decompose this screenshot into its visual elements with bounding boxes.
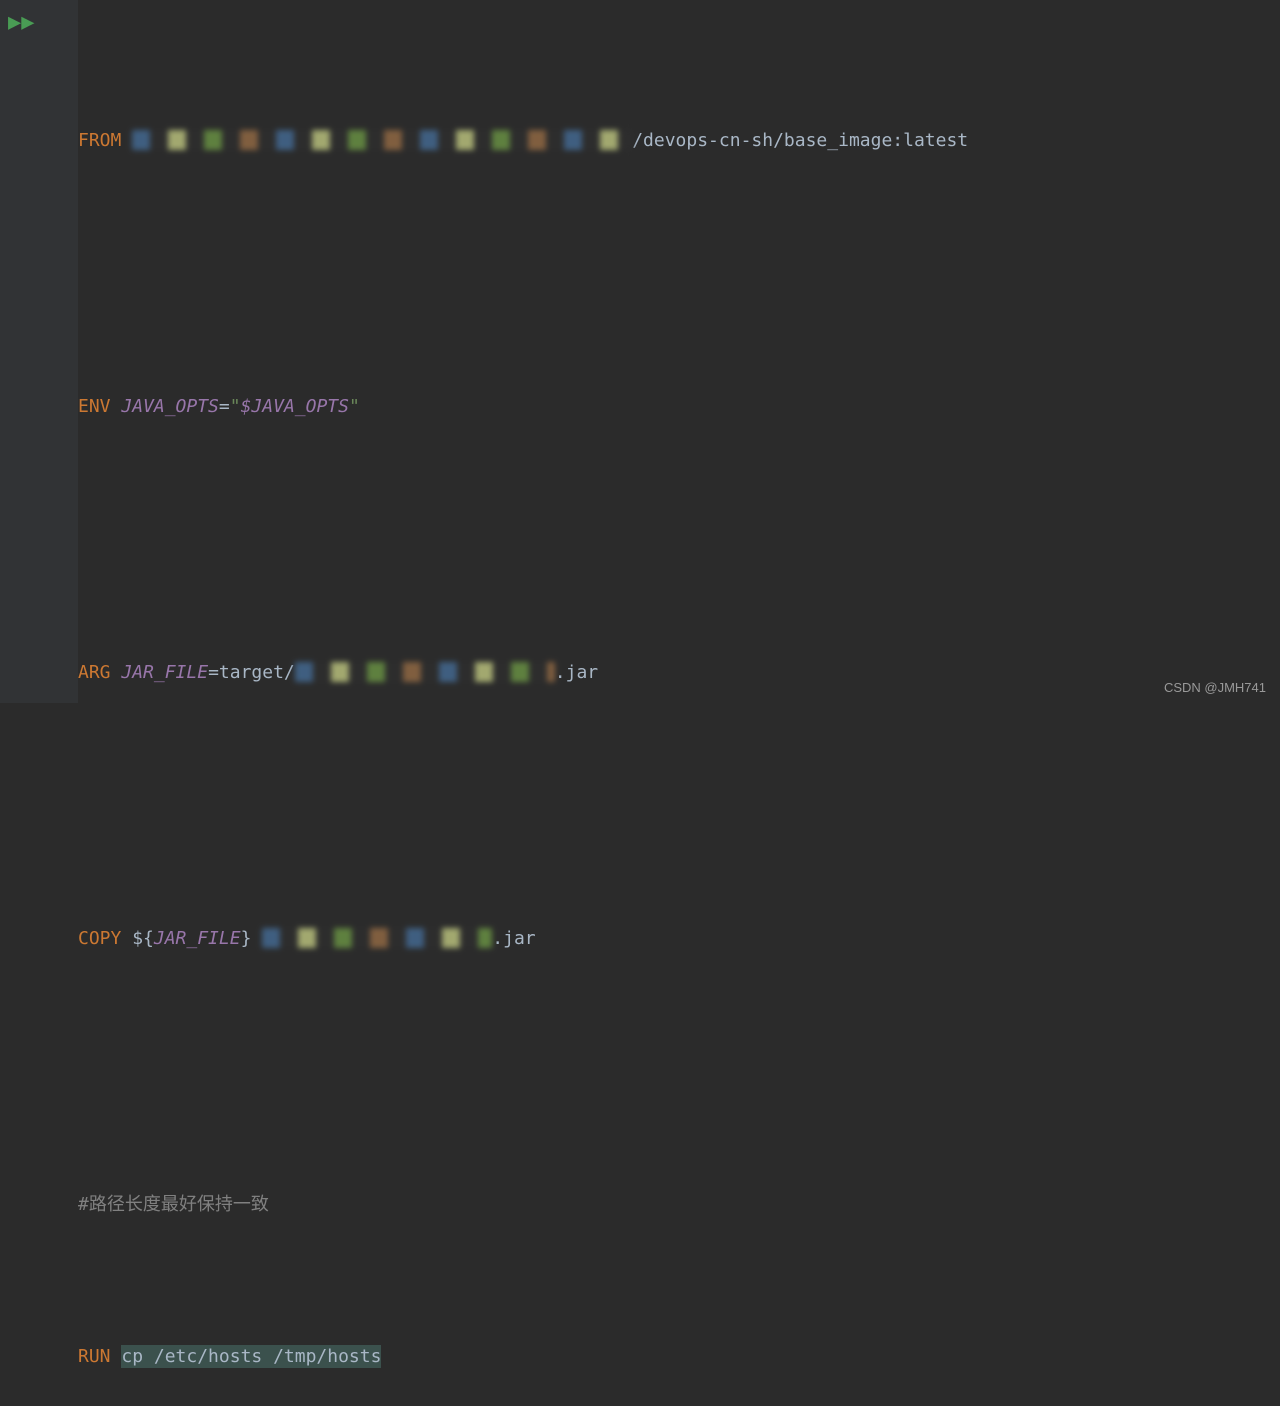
run-icon[interactable]: ▶▶ <box>8 10 35 35</box>
shell-command: cp /etc/hosts /tmp/hosts <box>121 1345 381 1368</box>
watermark: CSDN @JMH741 <box>1164 680 1266 695</box>
code-line: ARG JAR_FILE=target/.jar <box>78 654 1280 692</box>
env-var: JAR_FILE <box>154 928 241 949</box>
env-ref: $JAVA_OPTS <box>241 396 349 417</box>
code-line: FROM /devops-cn-sh/base_image:latest <box>78 122 1280 160</box>
code-editor: ▶▶ FROM /devops-cn-sh/base_image:latest … <box>0 0 1280 703</box>
redacted-block <box>262 928 492 948</box>
env-var: JAR_FILE <box>121 662 208 683</box>
redacted-block <box>132 130 632 150</box>
dockerfile-keyword: FROM <box>78 130 121 151</box>
code-line: #路径长度最好保持一致 <box>78 1186 1280 1224</box>
code-line: RUN cp /etc/hosts /tmp/hosts <box>78 1338 1280 1376</box>
code-line: ENV JAVA_OPTS="$JAVA_OPTS" <box>78 388 1280 426</box>
dockerfile-keyword: ENV <box>78 396 121 417</box>
code-text: /devops-cn-sh/base_image:latest <box>632 130 968 151</box>
code-line: COPY ${JAR_FILE} .jar <box>78 920 1280 958</box>
comment: #路径长度最好保持一致 <box>78 1194 269 1215</box>
gutter: ▶▶ <box>0 0 78 703</box>
dockerfile-keyword: RUN <box>78 1346 121 1367</box>
redacted-block <box>295 662 555 682</box>
dockerfile-keyword: COPY <box>78 928 132 949</box>
code-area[interactable]: FROM /devops-cn-sh/base_image:latest ENV… <box>78 0 1280 703</box>
dockerfile-keyword: ARG <box>78 662 121 683</box>
env-var: JAVA_OPTS <box>121 396 219 417</box>
